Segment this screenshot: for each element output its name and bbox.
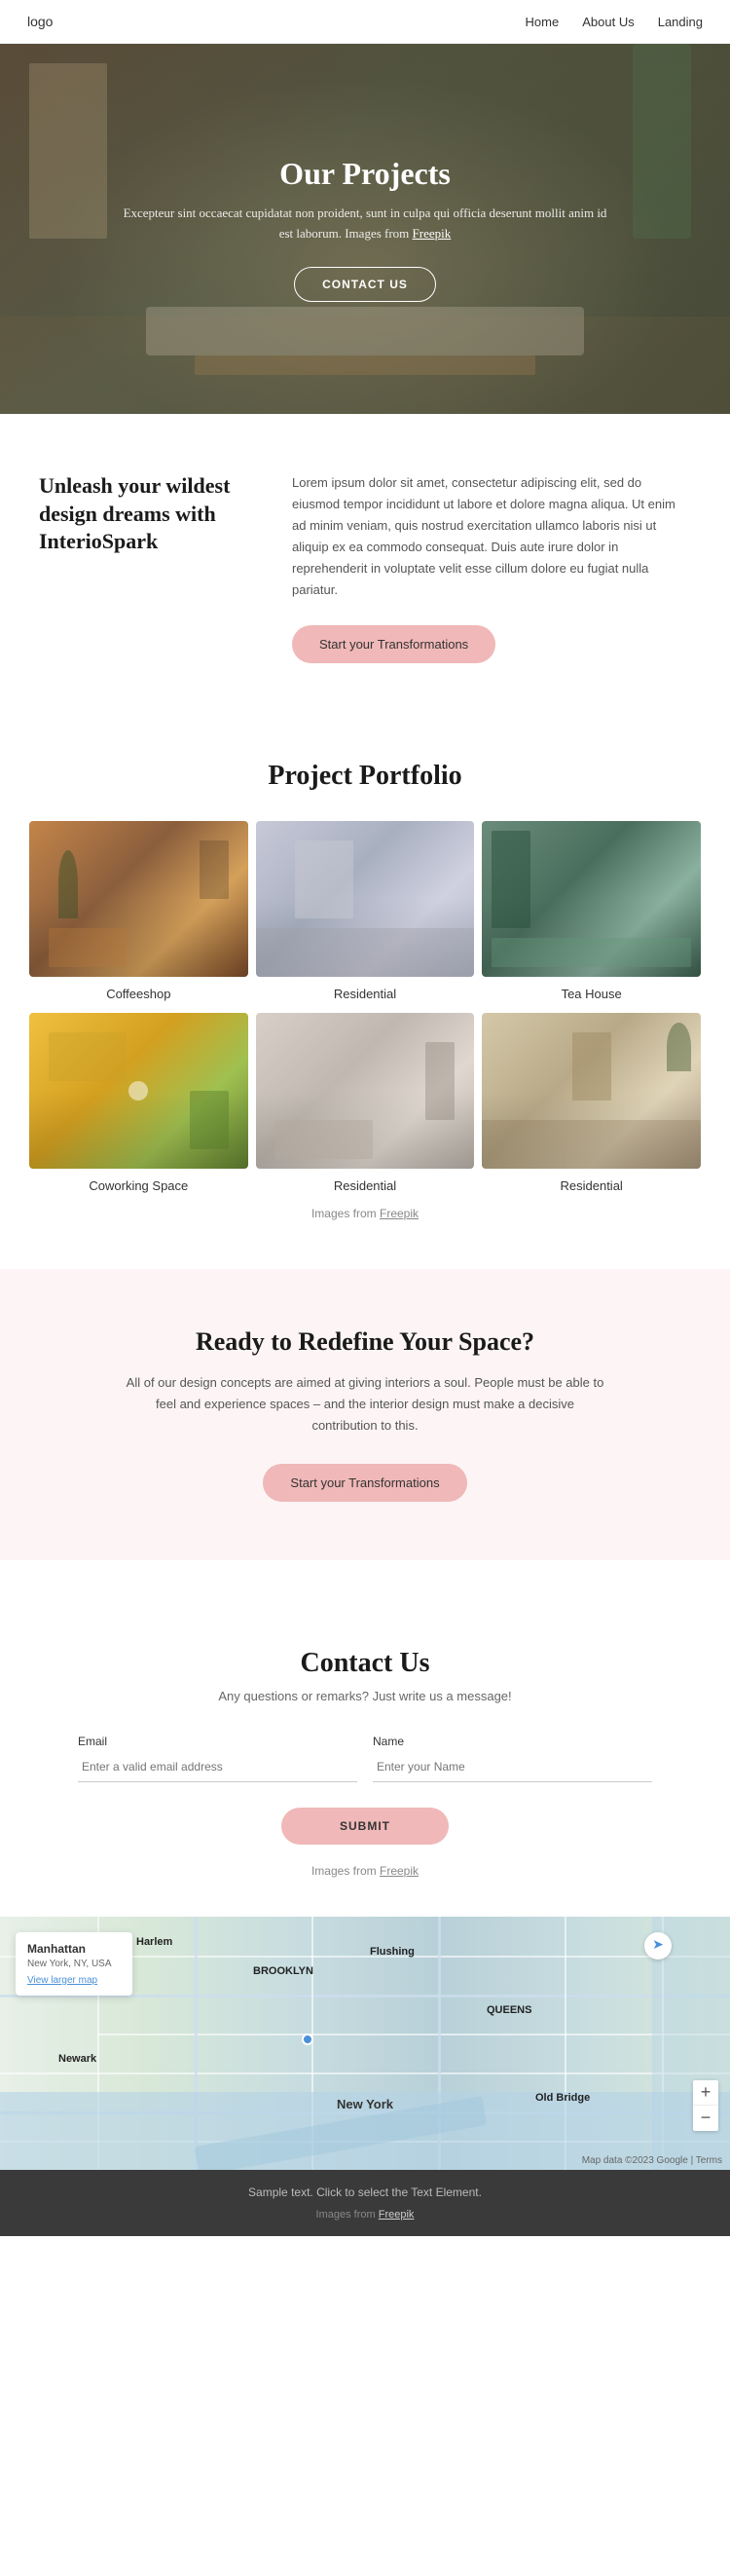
portfolio-img-residential2 [256, 1013, 475, 1169]
contact-title: Contact Us [78, 1648, 652, 1679]
portfolio-images-from: Images from Freepik [29, 1207, 701, 1220]
map-city-label: New York [337, 2097, 393, 2111]
map-zoom-in-button[interactable]: + [693, 2080, 718, 2106]
portfolio-section: Project Portfolio Coffeeshop Residential [0, 722, 730, 1240]
hero-description: Excepteur sint occaecat cupidatat non pr… [122, 204, 608, 244]
nav-landing[interactable]: Landing [658, 15, 703, 29]
portfolio-label-coworking: Coworking Space [29, 1169, 248, 1197]
unleash-right: Lorem ipsum dolor sit amet, consectetur … [292, 472, 691, 663]
contact-freepik-link[interactable]: Freepik [380, 1864, 419, 1878]
nav-home[interactable]: Home [526, 15, 560, 29]
portfolio-item-coffeeshop[interactable]: Coffeeshop [29, 821, 248, 1005]
map-label-newark: Newark [58, 2053, 96, 2065]
map-place-name: Manhattan [27, 1942, 121, 1956]
unleash-left: Unleash your wildest design dreams with … [39, 472, 253, 556]
portfolio-item-coworking[interactable]: Coworking Space [29, 1013, 248, 1197]
portfolio-freepik-link[interactable]: Freepik [380, 1207, 419, 1220]
footer: Sample text. Click to select the Text El… [0, 2170, 730, 2236]
portfolio-label-residential2: Residential [256, 1169, 475, 1197]
portfolio-label-residential3: Residential [482, 1169, 701, 1197]
hero-content: Our Projects Excepteur sint occaecat cup… [122, 156, 608, 303]
hero-section: Our Projects Excepteur sint occaecat cup… [0, 44, 730, 414]
ready-body: All of our design concepts are aimed at … [122, 1372, 608, 1437]
hero-title: Our Projects [122, 156, 608, 192]
map-section: BROOKLYN QUEENS Flushing Newark Old Brid… [0, 1917, 730, 2170]
footer-images-from: Images from Freepik [16, 2209, 714, 2221]
nav-links: Home About Us Landing [526, 15, 703, 29]
portfolio-img-coffeeshop [29, 821, 248, 977]
logo: logo [27, 14, 53, 29]
portfolio-item-residential3[interactable]: Residential [482, 1013, 701, 1197]
map-label-brooklyn: BROOKLYN [253, 1965, 313, 1977]
portfolio-img-coworking [29, 1013, 248, 1169]
map-zoom-controls: + − [693, 2080, 718, 2131]
map-view-larger[interactable]: View larger map [27, 1975, 121, 1986]
unleash-cta-button[interactable]: Start your Transformations [292, 625, 495, 663]
map-pin [302, 2034, 313, 2045]
email-label: Email [78, 1735, 357, 1748]
portfolio-title: Project Portfolio [29, 761, 701, 792]
contact-section: Contact Us Any questions or remarks? Jus… [0, 1589, 730, 1917]
map-zoom-out-button[interactable]: − [693, 2106, 718, 2131]
hero-freepik-link[interactable]: Freepik [413, 226, 452, 241]
portfolio-label-teahouse: Tea House [482, 977, 701, 1005]
submit-button[interactable]: SUBMIT [281, 1808, 449, 1845]
map-label-queens: QUEENS [487, 2004, 531, 2016]
map-label-harlem: Harlem [136, 1936, 172, 1948]
portfolio-label-residential1: Residential [256, 977, 475, 1005]
unleash-heading: Unleash your wildest design dreams with … [39, 472, 253, 556]
unleash-body: Lorem ipsum dolor sit amet, consectetur … [292, 472, 691, 602]
navbar: logo Home About Us Landing [0, 0, 730, 44]
footer-freepik-link[interactable]: Freepik [379, 2209, 415, 2221]
contact-subtitle: Any questions or remarks? Just write us … [78, 1689, 652, 1703]
portfolio-img-residential3 [482, 1013, 701, 1169]
map-direction-icon[interactable]: ➤ [644, 1932, 672, 1960]
portfolio-grid: Coffeeshop Residential Tea House Coworki… [29, 821, 701, 1197]
contact-form-row: Email Name [78, 1735, 652, 1782]
portfolio-label-coffeeshop: Coffeeshop [29, 977, 248, 1005]
ready-section: Ready to Redefine Your Space? All of our… [0, 1269, 730, 1560]
map-address: New York, NY, USA [27, 1958, 121, 1971]
name-field-container: Name [373, 1735, 652, 1782]
map-label-oldbridge: Old Bridge [535, 2092, 590, 2104]
unleash-section: Unleash your wildest design dreams with … [0, 414, 730, 722]
hero-cta-button[interactable]: CONTACT US [294, 267, 436, 302]
name-label: Name [373, 1735, 652, 1748]
email-field-container: Email [78, 1735, 357, 1782]
portfolio-item-teahouse[interactable]: Tea House [482, 821, 701, 1005]
portfolio-item-residential2[interactable]: Residential [256, 1013, 475, 1197]
map-info-box: Manhattan New York, NY, USA View larger … [16, 1932, 132, 1996]
portfolio-item-residential1[interactable]: Residential [256, 821, 475, 1005]
portfolio-img-residential1 [256, 821, 475, 977]
map-watermark: Map data ©2023 Google | Terms [582, 2155, 722, 2166]
ready-title: Ready to Redefine Your Space? [78, 1327, 652, 1357]
contact-images-from: Images from Freepik [78, 1864, 652, 1878]
ready-cta-button[interactable]: Start your Transformations [263, 1464, 466, 1502]
footer-sample-text[interactable]: Sample text. Click to select the Text El… [16, 2185, 714, 2199]
email-input[interactable] [78, 1752, 357, 1782]
map-label-flushing: Flushing [370, 1946, 415, 1958]
portfolio-img-teahouse [482, 821, 701, 977]
contact-form: Email Name SUBMIT [78, 1735, 652, 1845]
name-input[interactable] [373, 1752, 652, 1782]
nav-about[interactable]: About Us [582, 15, 634, 29]
